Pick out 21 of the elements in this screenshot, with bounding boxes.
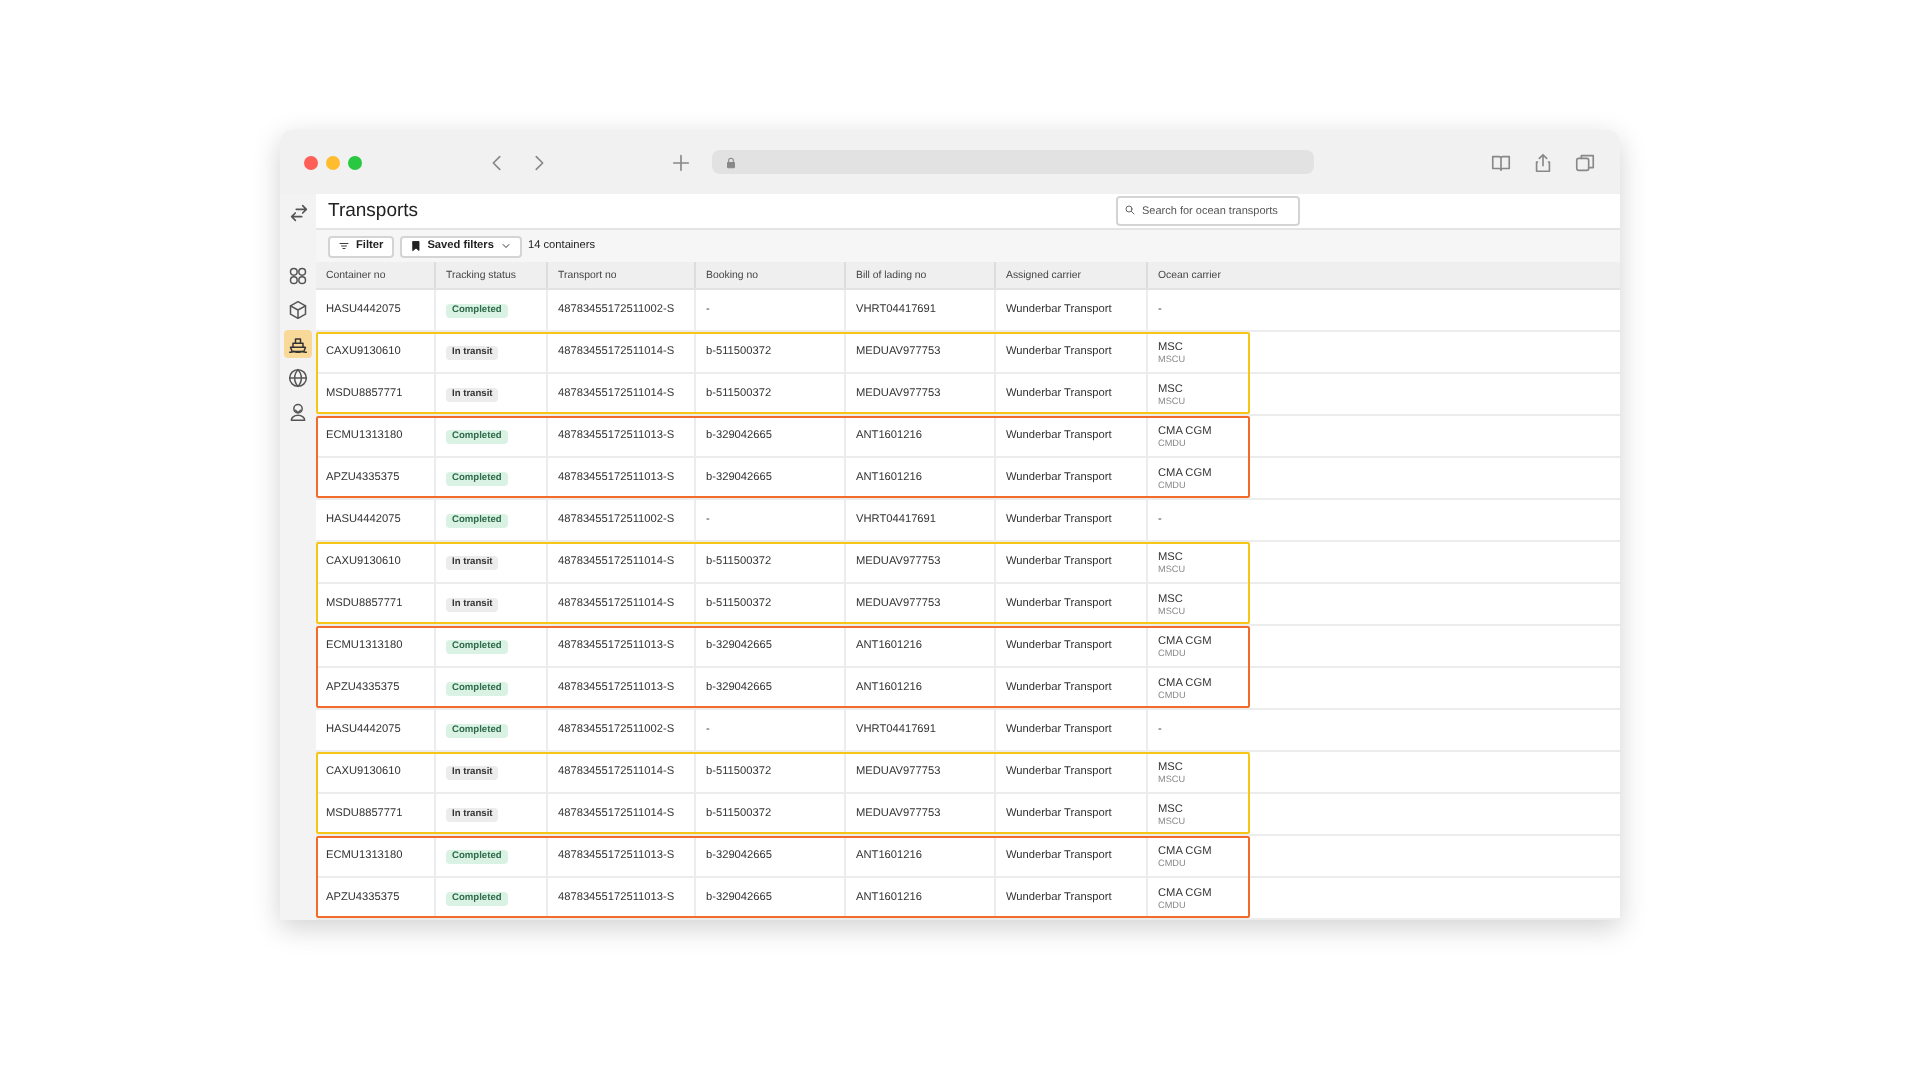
logo-icon <box>287 202 309 224</box>
plus-icon[interactable] <box>670 151 692 173</box>
caret-icon <box>499 240 512 253</box>
sidebar-item[interactable] <box>284 330 312 358</box>
share-icon[interactable] <box>1532 151 1554 173</box>
lock-icon <box>724 155 738 169</box>
close-window-button[interactable] <box>304 155 318 169</box>
filter-icon <box>338 240 350 253</box>
user-pin-icon <box>288 402 308 422</box>
book-icon[interactable] <box>1490 151 1512 173</box>
globe-icon <box>288 368 308 388</box>
sidebar-item[interactable] <box>284 296 312 324</box>
bookmark-icon <box>409 240 422 253</box>
page-title: Transports <box>328 200 419 223</box>
grid-icon <box>288 266 308 286</box>
sidebar-item[interactable] <box>284 364 312 392</box>
sidebar-item[interactable] <box>284 262 312 290</box>
cube-icon <box>288 300 308 320</box>
tabs-icon[interactable] <box>1574 151 1596 173</box>
ship-icon <box>288 334 308 354</box>
zoom-window-button[interactable] <box>348 155 362 169</box>
